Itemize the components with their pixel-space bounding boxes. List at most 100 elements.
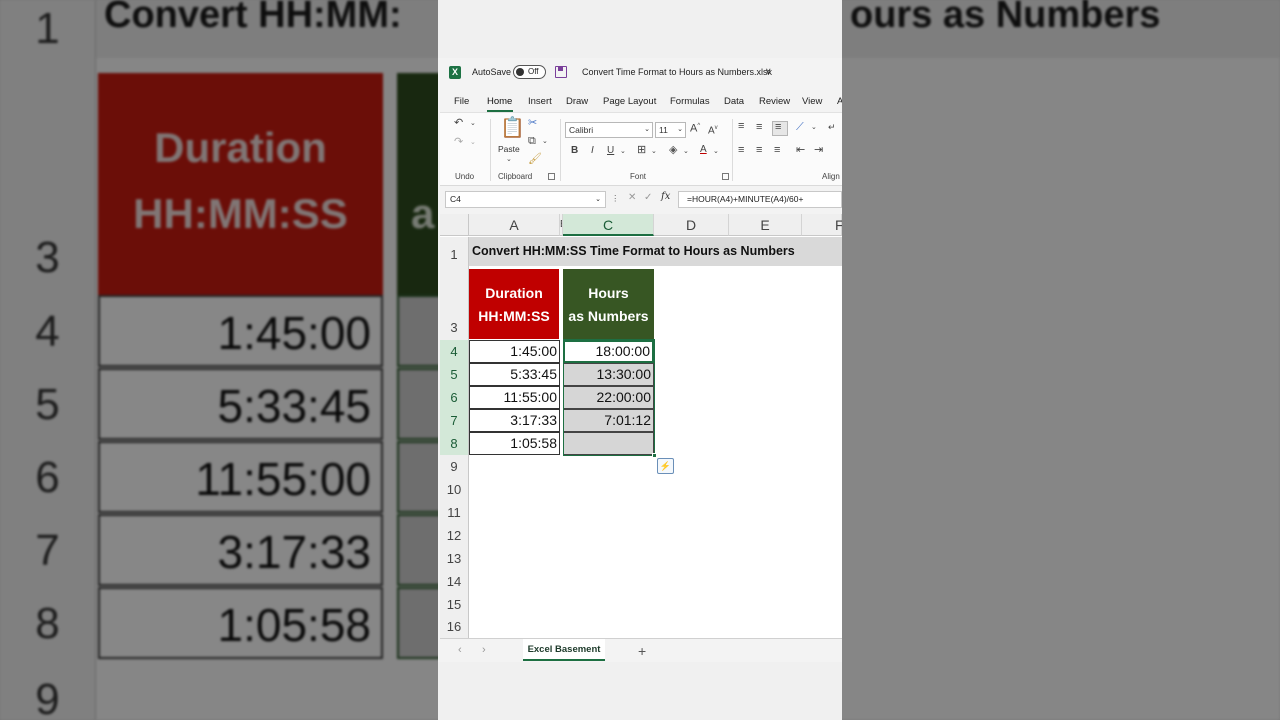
previous-sheet-icon[interactable]: ‹ [458,644,462,656]
fill-color-icon[interactable]: ◈ [669,145,677,156]
align-right-icon[interactable]: ≡ [774,145,780,156]
font-launcher-icon[interactable] [722,173,729,180]
cell-a8[interactable]: 1:05:58 [469,432,560,455]
borders-icon[interactable]: ⊞ [637,145,646,156]
cell-c4[interactable]: 18:00:00 [563,340,654,363]
column-header-e[interactable]: E [729,214,802,236]
bold-button[interactable]: B [571,146,578,156]
undo-dropdown-icon[interactable]: ⌄ [470,120,476,127]
select-all-corner[interactable] [440,214,469,236]
tab-page-layout[interactable]: Page Layout [603,96,656,107]
column-header-d[interactable]: D [654,214,729,236]
orientation-dropdown-icon[interactable]: ⌄ [811,124,817,131]
enter-icon[interactable]: ✓ [644,192,652,203]
underline-dropdown-icon[interactable]: ⌄ [620,148,626,155]
cancel-icon[interactable]: ✕ [628,192,636,203]
paste-dropdown-icon[interactable]: ⌄ [506,156,512,163]
align-bottom-icon[interactable]: ≡ [772,121,788,136]
italic-button[interactable]: I [591,146,594,156]
row-header-4[interactable]: 4 [440,340,469,363]
align-center-icon[interactable]: ≡ [756,145,762,156]
tab-overflow[interactable]: A [837,96,842,107]
worksheet-grid[interactable]: A B C D E F 1 3 4 5 6 7 8 9 10 11 12 13 … [440,214,842,638]
row-header-16[interactable]: 16 [440,616,469,638]
format-painter-icon[interactable]: 🖌 [528,154,542,165]
file-name-chevron-icon[interactable]: ∨ [765,66,772,77]
more-options-icon[interactable]: ⋮ [611,193,620,204]
sheet-title[interactable]: Convert HH:MM:SS Time Format to Hours as… [472,244,795,258]
cell-c6[interactable]: 22:00:00 [563,386,654,409]
insert-function-icon[interactable]: fx [661,191,670,202]
row-header-8[interactable]: 8 [440,432,469,455]
cell-a5[interactable]: 5:33:45 [469,363,560,386]
row-header-15[interactable]: 15 [440,593,469,616]
tab-view[interactable]: View [802,96,822,107]
paste-icon[interactable]: 📋 [500,118,525,138]
formula-input[interactable]: =HOUR(A4)+MINUTE(A4)/60+ [678,191,842,208]
decrease-font-size-icon[interactable]: Av [708,125,718,136]
underline-button[interactable]: U [607,146,614,156]
tab-review[interactable]: Review [759,96,790,107]
next-sheet-icon[interactable]: › [482,644,486,656]
font-size-select[interactable]: 11 ⌄ [655,122,686,138]
tab-formulas[interactable]: Formulas [670,96,710,107]
row-header-3[interactable]: 3 [440,267,469,340]
increase-font-size-icon[interactable]: A^ [690,123,700,135]
tab-file[interactable]: File [454,96,469,107]
align-left-icon[interactable]: ≡ [738,145,744,156]
tab-draw[interactable]: Draw [566,96,588,107]
tab-home[interactable]: Home [487,96,512,107]
wrap-text-icon[interactable]: ↵ [828,123,836,132]
row-header-6[interactable]: 6 [440,386,469,409]
copy-dropdown-icon[interactable]: ⌄ [542,138,548,145]
row-header-14[interactable]: 14 [440,570,469,593]
row-header-1[interactable]: 1 [440,237,469,267]
cell-a4[interactable]: 1:45:00 [469,340,560,363]
autosave-toggle[interactable]: Off [513,65,546,79]
font-name-select[interactable]: Calibri ⌄ [565,122,653,138]
autosave-state: Off [528,67,539,76]
clipboard-launcher-icon[interactable] [548,173,555,180]
align-top-icon[interactable]: ≡ [738,121,744,132]
cell-a7[interactable]: 3:17:33 [469,409,560,432]
column-header-a[interactable]: A [469,214,560,236]
fill-handle[interactable] [652,453,657,458]
font-color-dropdown-icon[interactable]: ⌄ [713,148,719,155]
quick-analysis-icon[interactable]: ⚡ [657,458,674,474]
add-sheet-button[interactable]: + [638,643,646,659]
copy-icon[interactable]: ⧉ [528,136,536,147]
row-header-13[interactable]: 13 [440,547,469,570]
redo-dropdown-icon[interactable]: ⌄ [470,139,476,146]
row-header-7[interactable]: 7 [440,409,469,432]
file-name[interactable]: Convert Time Format to Hours as Numbers.… [582,67,772,77]
cell-a6[interactable]: 11:55:00 [469,386,560,409]
tab-data[interactable]: Data [724,96,744,107]
cut-icon[interactable]: ✂ [528,118,537,129]
column-header-f[interactable]: F [802,214,842,236]
sheet-tab-excel-basement[interactable]: Excel Basement [523,639,605,661]
cell-c8[interactable] [563,432,654,455]
row-header-9[interactable]: 9 [440,455,469,478]
column-header-c[interactable]: C [563,214,654,236]
font-color-button[interactable]: A [700,145,707,155]
undo-icon[interactable]: ↶ [454,118,463,129]
cell-c7[interactable]: 7:01:12 [563,409,654,432]
borders-dropdown-icon[interactable]: ⌄ [651,148,657,155]
row-header-5[interactable]: 5 [440,363,469,386]
tab-insert[interactable]: Insert [528,96,552,107]
paste-label[interactable]: Paste [498,144,520,154]
align-middle-icon[interactable]: ≡ [756,122,762,133]
cell-c5[interactable]: 13:30:00 [563,363,654,386]
redo-icon[interactable]: ↷ [454,137,463,148]
header-duration[interactable]: Duration HH:MM:SS [469,269,559,339]
fill-color-dropdown-icon[interactable]: ⌄ [683,148,689,155]
name-box[interactable]: C4 ⌄ [445,191,606,208]
orientation-icon[interactable]: ⟋ [796,122,804,133]
header-hours[interactable]: Hours as Numbers [563,269,654,339]
row-header-11[interactable]: 11 [440,501,469,524]
row-header-12[interactable]: 12 [440,524,469,547]
decrease-indent-icon[interactable]: ⇤ [796,145,805,156]
increase-indent-icon[interactable]: ⇥ [814,145,823,156]
row-header-10[interactable]: 10 [440,478,469,501]
save-icon[interactable] [555,66,567,78]
